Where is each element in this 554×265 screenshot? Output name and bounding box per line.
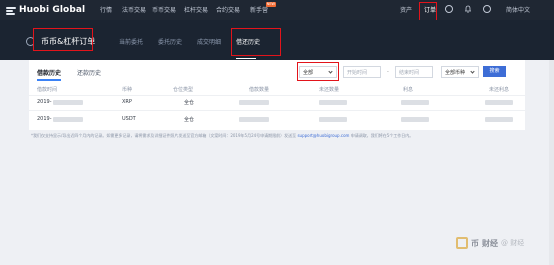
row-divider	[29, 110, 525, 111]
redacted-value	[53, 117, 83, 122]
chevron-down-icon	[470, 69, 475, 74]
brand-logo[interactable]: Huobi Global	[6, 4, 85, 16]
row-time: 2019-	[37, 116, 52, 122]
redacted-value	[401, 117, 429, 122]
row-time: 2019-	[37, 99, 52, 105]
column-time: 借款时间	[37, 87, 58, 93]
redacted-value	[319, 117, 347, 122]
row-type: 全仓	[184, 100, 195, 106]
nav-otc[interactable]: 法币交易	[122, 5, 146, 14]
column-type: 仓位类型	[173, 87, 194, 93]
redacted-value	[485, 117, 513, 122]
menu-icon[interactable]	[6, 5, 16, 15]
nav-newbie[interactable]: 新手营 NEW	[250, 2, 277, 14]
top-nav: Huobi Global 行情 法币交易 币币交易 杠杆交易 合约交易 新手营 …	[0, 0, 554, 20]
redacted-value	[401, 100, 429, 105]
user-icon[interactable]	[445, 5, 453, 13]
title-highlight	[33, 28, 93, 51]
row-divider	[29, 95, 525, 96]
language-select[interactable]: 简体中文	[506, 5, 530, 14]
tab-borrow-history[interactable]: 借款历史	[37, 68, 61, 77]
notice-tail: 申请调取，我们将在5个工作日内。	[350, 133, 414, 138]
tab-highlight	[231, 28, 281, 56]
tab-order-history[interactable]: 委托历史	[158, 37, 182, 46]
column-unpaid: 未还数量	[319, 87, 340, 93]
redacted-value	[319, 100, 347, 105]
watermark: 币 财经 @ 财经	[456, 237, 524, 249]
coin-select[interactable]: 全部币种	[441, 66, 479, 78]
row-coin: USDT	[122, 116, 136, 122]
currency-highlight	[297, 62, 339, 81]
active-tab-indicator	[236, 58, 256, 59]
start-date-input[interactable]: 开始时间	[343, 66, 381, 78]
redacted-value	[485, 100, 513, 105]
notice-text: *我们仅支持显示/导出近四个月内的记录。如需更多记录，请将需求及详细证件照片发送…	[31, 133, 297, 138]
redacted-value	[53, 100, 83, 105]
card-tab-indicator	[37, 79, 61, 81]
loan-history-card: 借款历史 还款历史 全部 开始时间 - 结束时间 全部币种 搜索 借款时间 币种…	[29, 60, 525, 130]
nav-newbie-label: 新手营	[250, 7, 269, 14]
date-separator: -	[387, 69, 389, 75]
scrollbar[interactable]	[549, 60, 554, 265]
nav-margin[interactable]: 杠杆交易	[184, 5, 208, 14]
column-borrowed: 借款数量	[249, 87, 270, 93]
records-notice: *我们仅支持显示/导出近四个月内的记录。如需更多记录，请将需求及详细证件照片发送…	[31, 133, 413, 139]
new-badge: NEW	[265, 2, 277, 7]
redacted-value	[239, 117, 269, 122]
nav-assets[interactable]: 资产	[400, 5, 412, 14]
brand-name: Huobi Global	[19, 5, 86, 15]
tab-repay-history[interactable]: 还款历史	[77, 68, 101, 77]
redacted-value	[239, 100, 269, 105]
row-coin: XRP	[122, 99, 132, 105]
tab-open-orders[interactable]: 当前委托	[119, 37, 143, 46]
search-button[interactable]: 搜索	[483, 66, 506, 77]
coin-select-value: 全部币种	[445, 70, 466, 76]
support-email-link[interactable]: support@huobigroup.com	[297, 133, 349, 138]
end-date-input[interactable]: 结束时间	[395, 66, 433, 78]
watermark-label: 财经	[482, 238, 498, 248]
watermark-brand: 币	[471, 238, 479, 248]
row-type: 全仓	[184, 117, 195, 123]
column-coin: 币种	[122, 87, 133, 93]
nav-spot[interactable]: 币币交易	[152, 5, 176, 14]
tab-trade-details[interactable]: 成交明细	[197, 37, 221, 46]
nav-market[interactable]: 行情	[100, 5, 112, 14]
watermark-logo-icon	[456, 237, 468, 249]
orders-highlight	[419, 2, 437, 21]
column-unpaid-interest: 未还利息	[489, 87, 510, 93]
watermark-sub: @ 财经	[501, 239, 525, 247]
nav-contract[interactable]: 合约交易	[216, 5, 240, 14]
download-icon[interactable]	[483, 5, 491, 13]
bell-icon[interactable]	[465, 5, 471, 13]
column-interest: 利息	[403, 87, 414, 93]
